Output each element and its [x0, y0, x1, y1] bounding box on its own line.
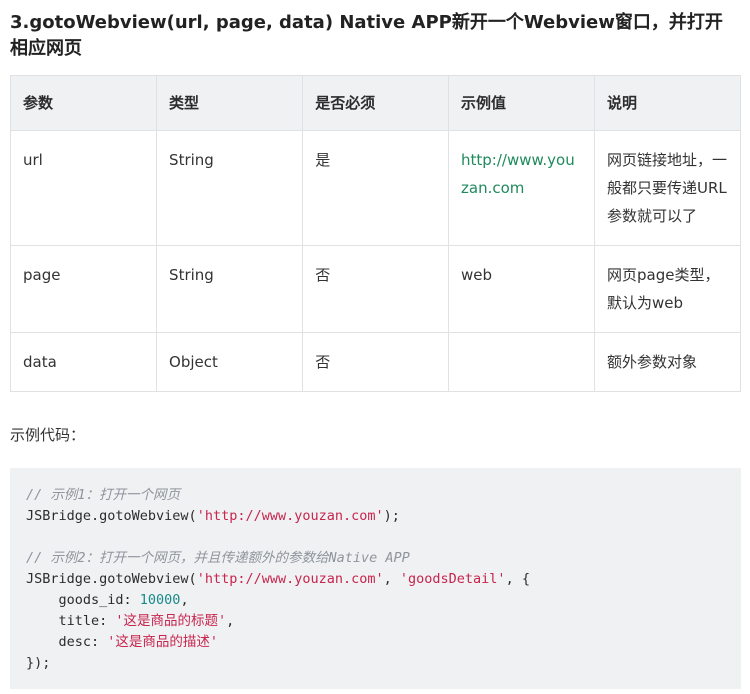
header-description: 说明 — [593, 75, 742, 131]
cell-description: 额外参数对象 — [593, 332, 742, 392]
cell-type: String — [156, 130, 304, 246]
code-line: desc: '这是商品的描述' — [26, 632, 725, 653]
code-text: goods_id: — [26, 592, 140, 608]
code-text: , — [383, 571, 400, 587]
section-heading: 3.gotoWebview(url, page, data) Native AP… — [10, 12, 723, 59]
code-text: , — [226, 613, 235, 629]
cell-param: url — [9, 130, 158, 246]
example-code-caption: 示例代码： — [10, 426, 86, 444]
header-required: 是否必须 — [302, 75, 450, 131]
code-line: JSBridge.gotoWebview('http://www.youzan.… — [26, 506, 725, 527]
code-line: goods_id: 10000, — [26, 590, 725, 611]
cell-param: data — [9, 332, 158, 392]
code-string: 'http://www.youzan.com' — [196, 571, 384, 587]
cell-required: 否 — [302, 332, 450, 392]
code-text: desc: — [26, 634, 108, 650]
code-text: ); — [383, 508, 400, 524]
document: 3.gotoWebview(url, page, data) Native AP… — [0, 0, 750, 694]
code-text: title: — [26, 613, 116, 629]
table-row: url String 是 http://www.youzan.com 网页链接地… — [9, 130, 742, 246]
table-row: data Object 否 额外参数对象 — [9, 332, 742, 392]
code-string: '这是商品的标题' — [115, 613, 227, 629]
code-line: title: '这是商品的标题', — [26, 611, 725, 632]
table-header: 参数 类型 是否必须 示例值 说明 — [9, 75, 742, 131]
code-line: // 示例2：打开一个网页，并且传递额外的参数给Native APP — [26, 548, 725, 569]
header-type: 类型 — [156, 75, 304, 131]
code-text: JSBridge.gotoWebview( — [26, 571, 197, 587]
cell-type: String — [156, 245, 304, 333]
code-text: , — [180, 592, 189, 608]
code-number: 10000 — [139, 592, 181, 608]
cell-required: 是 — [302, 130, 450, 246]
header-param: 参数 — [9, 75, 158, 131]
code-string: 'goodsDetail' — [399, 571, 506, 587]
code-comment: // 示例1：打开一个网页 — [26, 487, 181, 503]
cell-required: 否 — [302, 245, 450, 333]
code-text: JSBridge.gotoWebview( — [26, 508, 197, 524]
cell-param: page — [9, 245, 158, 333]
table-header-row: 参数 类型 是否必须 示例值 说明 — [9, 75, 742, 131]
params-table: 参数 类型 是否必须 示例值 说明 url String 是 http://ww… — [9, 75, 742, 392]
code-line: }); — [26, 653, 725, 674]
code-block: // 示例1：打开一个网页 JSBridge.gotoWebview('http:… — [10, 468, 741, 689]
table-row: page String 否 web 网页page类型，默认为web — [9, 245, 742, 333]
cell-example: http://www.youzan.com — [448, 130, 595, 246]
code-line: JSBridge.gotoWebview('http://www.youzan.… — [26, 569, 725, 590]
header-example: 示例值 — [448, 75, 595, 131]
cell-description: 网页page类型，默认为web — [593, 245, 742, 333]
code-string: '这是商品的描述' — [107, 634, 219, 650]
cell-example — [448, 332, 595, 392]
code-text: }); — [26, 655, 51, 671]
code-string: 'http://www.youzan.com' — [196, 508, 384, 524]
example-url-link[interactable]: http://www.youzan.com — [461, 151, 575, 197]
code-line: // 示例1：打开一个网页 — [26, 485, 725, 506]
cell-type: Object — [156, 332, 304, 392]
code-text: , { — [505, 571, 530, 587]
cell-description: 网页链接地址，一般都只要传递URL参数就可以了 — [593, 130, 742, 246]
code-comment: // 示例2：打开一个网页，并且传递额外的参数给Native APP — [26, 550, 410, 566]
table-body: url String 是 http://www.youzan.com 网页链接地… — [9, 130, 742, 392]
cell-example: web — [448, 245, 595, 333]
